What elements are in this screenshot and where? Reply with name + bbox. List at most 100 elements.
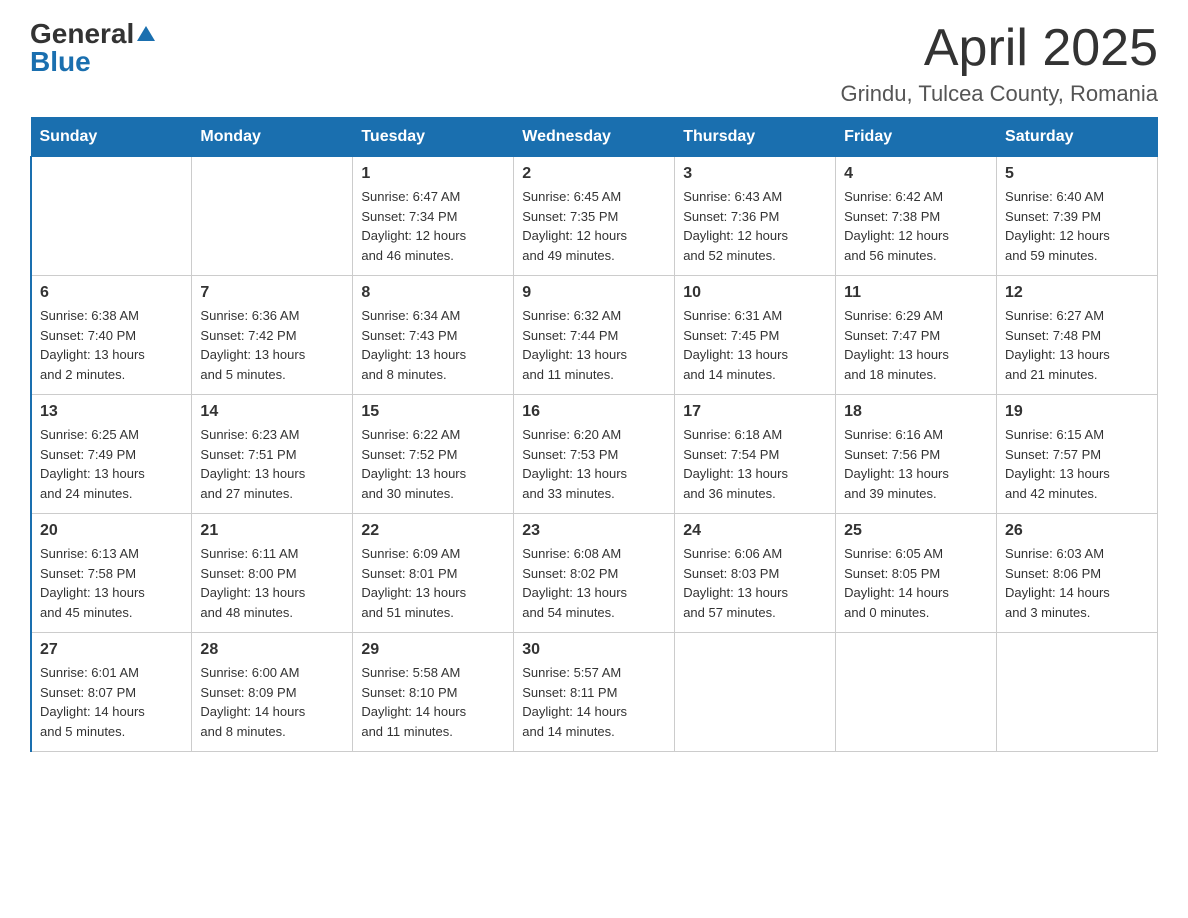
calendar-cell [31,157,192,276]
calendar-cell: 6 Sunrise: 6:38 AMSunset: 7:40 PMDaylight… [31,276,192,395]
day-info: Sunrise: 5:57 AMSunset: 8:11 PMDaylight:… [522,663,666,741]
calendar-week-row: 6 Sunrise: 6:38 AMSunset: 7:40 PMDaylight… [31,276,1158,395]
day-number: 17 [683,403,827,421]
col-friday: Friday [836,118,997,157]
calendar-cell: 8 Sunrise: 6:34 AMSunset: 7:43 PMDaylight… [353,276,514,395]
day-info: Sunrise: 6:08 AMSunset: 8:02 PMDaylight:… [522,544,666,622]
calendar-cell: 14 Sunrise: 6:23 AMSunset: 7:51 PMDayligh… [192,395,353,514]
calendar-week-row: 20 Sunrise: 6:13 AMSunset: 7:58 PMDayligh… [31,514,1158,633]
calendar-cell: 28 Sunrise: 6:00 AMSunset: 8:09 PMDayligh… [192,633,353,752]
day-info: Sunrise: 6:01 AMSunset: 8:07 PMDaylight:… [40,663,183,741]
calendar-table: Sunday Monday Tuesday Wednesday Thursday… [30,117,1158,752]
day-number: 25 [844,522,988,540]
day-number: 12 [1005,284,1149,302]
day-info: Sunrise: 6:38 AMSunset: 7:40 PMDaylight:… [40,306,183,384]
day-number: 10 [683,284,827,302]
calendar-cell: 26Sunrise: 6:03 AMSunset: 8:06 PMDayligh… [997,514,1158,633]
day-info: Sunrise: 6:43 AMSunset: 7:36 PMDaylight:… [683,187,827,265]
calendar-cell: 2 Sunrise: 6:45 AMSunset: 7:35 PMDaylight… [514,157,675,276]
calendar-cell: 5 Sunrise: 6:40 AMSunset: 7:39 PMDaylight… [997,157,1158,276]
col-wednesday: Wednesday [514,118,675,157]
day-number: 3 [683,165,827,183]
day-info: Sunrise: 6:25 AMSunset: 7:49 PMDaylight:… [40,425,183,503]
day-info: Sunrise: 6:13 AMSunset: 7:58 PMDaylight:… [40,544,183,622]
day-number: 1 [361,165,505,183]
calendar-cell: 23 Sunrise: 6:08 AMSunset: 8:02 PMDayligh… [514,514,675,633]
calendar-cell: 19Sunrise: 6:15 AMSunset: 7:57 PMDayligh… [997,395,1158,514]
day-number: 14 [200,403,344,421]
day-number: 13 [40,403,183,421]
day-number: 6 [40,284,183,302]
day-number: 21 [200,522,344,540]
day-info: Sunrise: 6:47 AMSunset: 7:34 PMDaylight:… [361,187,505,265]
calendar-cell: 18Sunrise: 6:16 AMSunset: 7:56 PMDayligh… [836,395,997,514]
calendar-cell: 12Sunrise: 6:27 AMSunset: 7:48 PMDayligh… [997,276,1158,395]
calendar-cell [997,633,1158,752]
calendar-cell [836,633,997,752]
calendar-cell: 24Sunrise: 6:06 AMSunset: 8:03 PMDayligh… [675,514,836,633]
day-number: 29 [361,641,505,659]
location-title: Grindu, Tulcea County, Romania [840,81,1158,107]
calendar-cell: 30 Sunrise: 5:57 AMSunset: 8:11 PMDayligh… [514,633,675,752]
day-info: Sunrise: 6:45 AMSunset: 7:35 PMDaylight:… [522,187,666,265]
day-number: 11 [844,284,988,302]
calendar-cell: 13 Sunrise: 6:25 AMSunset: 7:49 PMDayligh… [31,395,192,514]
calendar-cell: 9 Sunrise: 6:32 AMSunset: 7:44 PMDaylight… [514,276,675,395]
day-number: 4 [844,165,988,183]
day-info: Sunrise: 6:09 AMSunset: 8:01 PMDaylight:… [361,544,505,622]
day-number: 20 [40,522,183,540]
day-number: 2 [522,165,666,183]
day-info: Sunrise: 6:18 AMSunset: 7:54 PMDaylight:… [683,425,827,503]
col-tuesday: Tuesday [353,118,514,157]
calendar-cell: 29Sunrise: 5:58 AMSunset: 8:10 PMDayligh… [353,633,514,752]
col-saturday: Saturday [997,118,1158,157]
day-number: 7 [200,284,344,302]
calendar-cell: 22 Sunrise: 6:09 AMSunset: 8:01 PMDayligh… [353,514,514,633]
calendar-cell: 7 Sunrise: 6:36 AMSunset: 7:42 PMDaylight… [192,276,353,395]
calendar-cell: 4 Sunrise: 6:42 AMSunset: 7:38 PMDaylight… [836,157,997,276]
day-info: Sunrise: 6:15 AMSunset: 7:57 PMDaylight:… [1005,425,1149,503]
calendar-cell: 1 Sunrise: 6:47 AMSunset: 7:34 PMDaylight… [353,157,514,276]
logo: General Blue [30,20,155,76]
day-number: 15 [361,403,505,421]
day-info: Sunrise: 6:22 AMSunset: 7:52 PMDaylight:… [361,425,505,503]
day-info: Sunrise: 6:23 AMSunset: 7:51 PMDaylight:… [200,425,344,503]
title-area: April 2025 Grindu, Tulcea County, Romani… [840,20,1158,107]
day-number: 22 [361,522,505,540]
calendar-cell [675,633,836,752]
page-header: General Blue April 2025 Grindu, Tulcea C… [30,20,1158,107]
day-info: Sunrise: 6:32 AMSunset: 7:44 PMDaylight:… [522,306,666,384]
day-number: 28 [200,641,344,659]
day-info: Sunrise: 6:40 AMSunset: 7:39 PMDaylight:… [1005,187,1149,265]
day-number: 5 [1005,165,1149,183]
calendar-cell: 21 Sunrise: 6:11 AMSunset: 8:00 PMDayligh… [192,514,353,633]
col-monday: Monday [192,118,353,157]
day-info: Sunrise: 6:34 AMSunset: 7:43 PMDaylight:… [361,306,505,384]
day-number: 30 [522,641,666,659]
calendar-week-row: 1 Sunrise: 6:47 AMSunset: 7:34 PMDaylight… [31,157,1158,276]
day-info: Sunrise: 6:11 AMSunset: 8:00 PMDaylight:… [200,544,344,622]
day-info: Sunrise: 6:29 AMSunset: 7:47 PMDaylight:… [844,306,988,384]
day-number: 27 [40,641,183,659]
day-number: 9 [522,284,666,302]
calendar-cell: 11 Sunrise: 6:29 AMSunset: 7:47 PMDayligh… [836,276,997,395]
calendar-cell: 17 Sunrise: 6:18 AMSunset: 7:54 PMDayligh… [675,395,836,514]
day-info: Sunrise: 6:36 AMSunset: 7:42 PMDaylight:… [200,306,344,384]
day-info: Sunrise: 6:31 AMSunset: 7:45 PMDaylight:… [683,306,827,384]
day-info: Sunrise: 6:05 AMSunset: 8:05 PMDaylight:… [844,544,988,622]
day-number: 8 [361,284,505,302]
logo-blue-text: Blue [30,48,91,76]
day-number: 16 [522,403,666,421]
calendar-week-row: 27 Sunrise: 6:01 AMSunset: 8:07 PMDayligh… [31,633,1158,752]
calendar-week-row: 13 Sunrise: 6:25 AMSunset: 7:49 PMDayligh… [31,395,1158,514]
day-info: Sunrise: 6:42 AMSunset: 7:38 PMDaylight:… [844,187,988,265]
calendar-cell: 3 Sunrise: 6:43 AMSunset: 7:36 PMDaylight… [675,157,836,276]
col-thursday: Thursday [675,118,836,157]
day-number: 23 [522,522,666,540]
day-info: Sunrise: 6:00 AMSunset: 8:09 PMDaylight:… [200,663,344,741]
col-sunday: Sunday [31,118,192,157]
calendar-cell: 25 Sunrise: 6:05 AMSunset: 8:05 PMDayligh… [836,514,997,633]
day-info: Sunrise: 6:20 AMSunset: 7:53 PMDaylight:… [522,425,666,503]
calendar-header-row: Sunday Monday Tuesday Wednesday Thursday… [31,118,1158,157]
day-info: Sunrise: 6:03 AMSunset: 8:06 PMDaylight:… [1005,544,1149,622]
